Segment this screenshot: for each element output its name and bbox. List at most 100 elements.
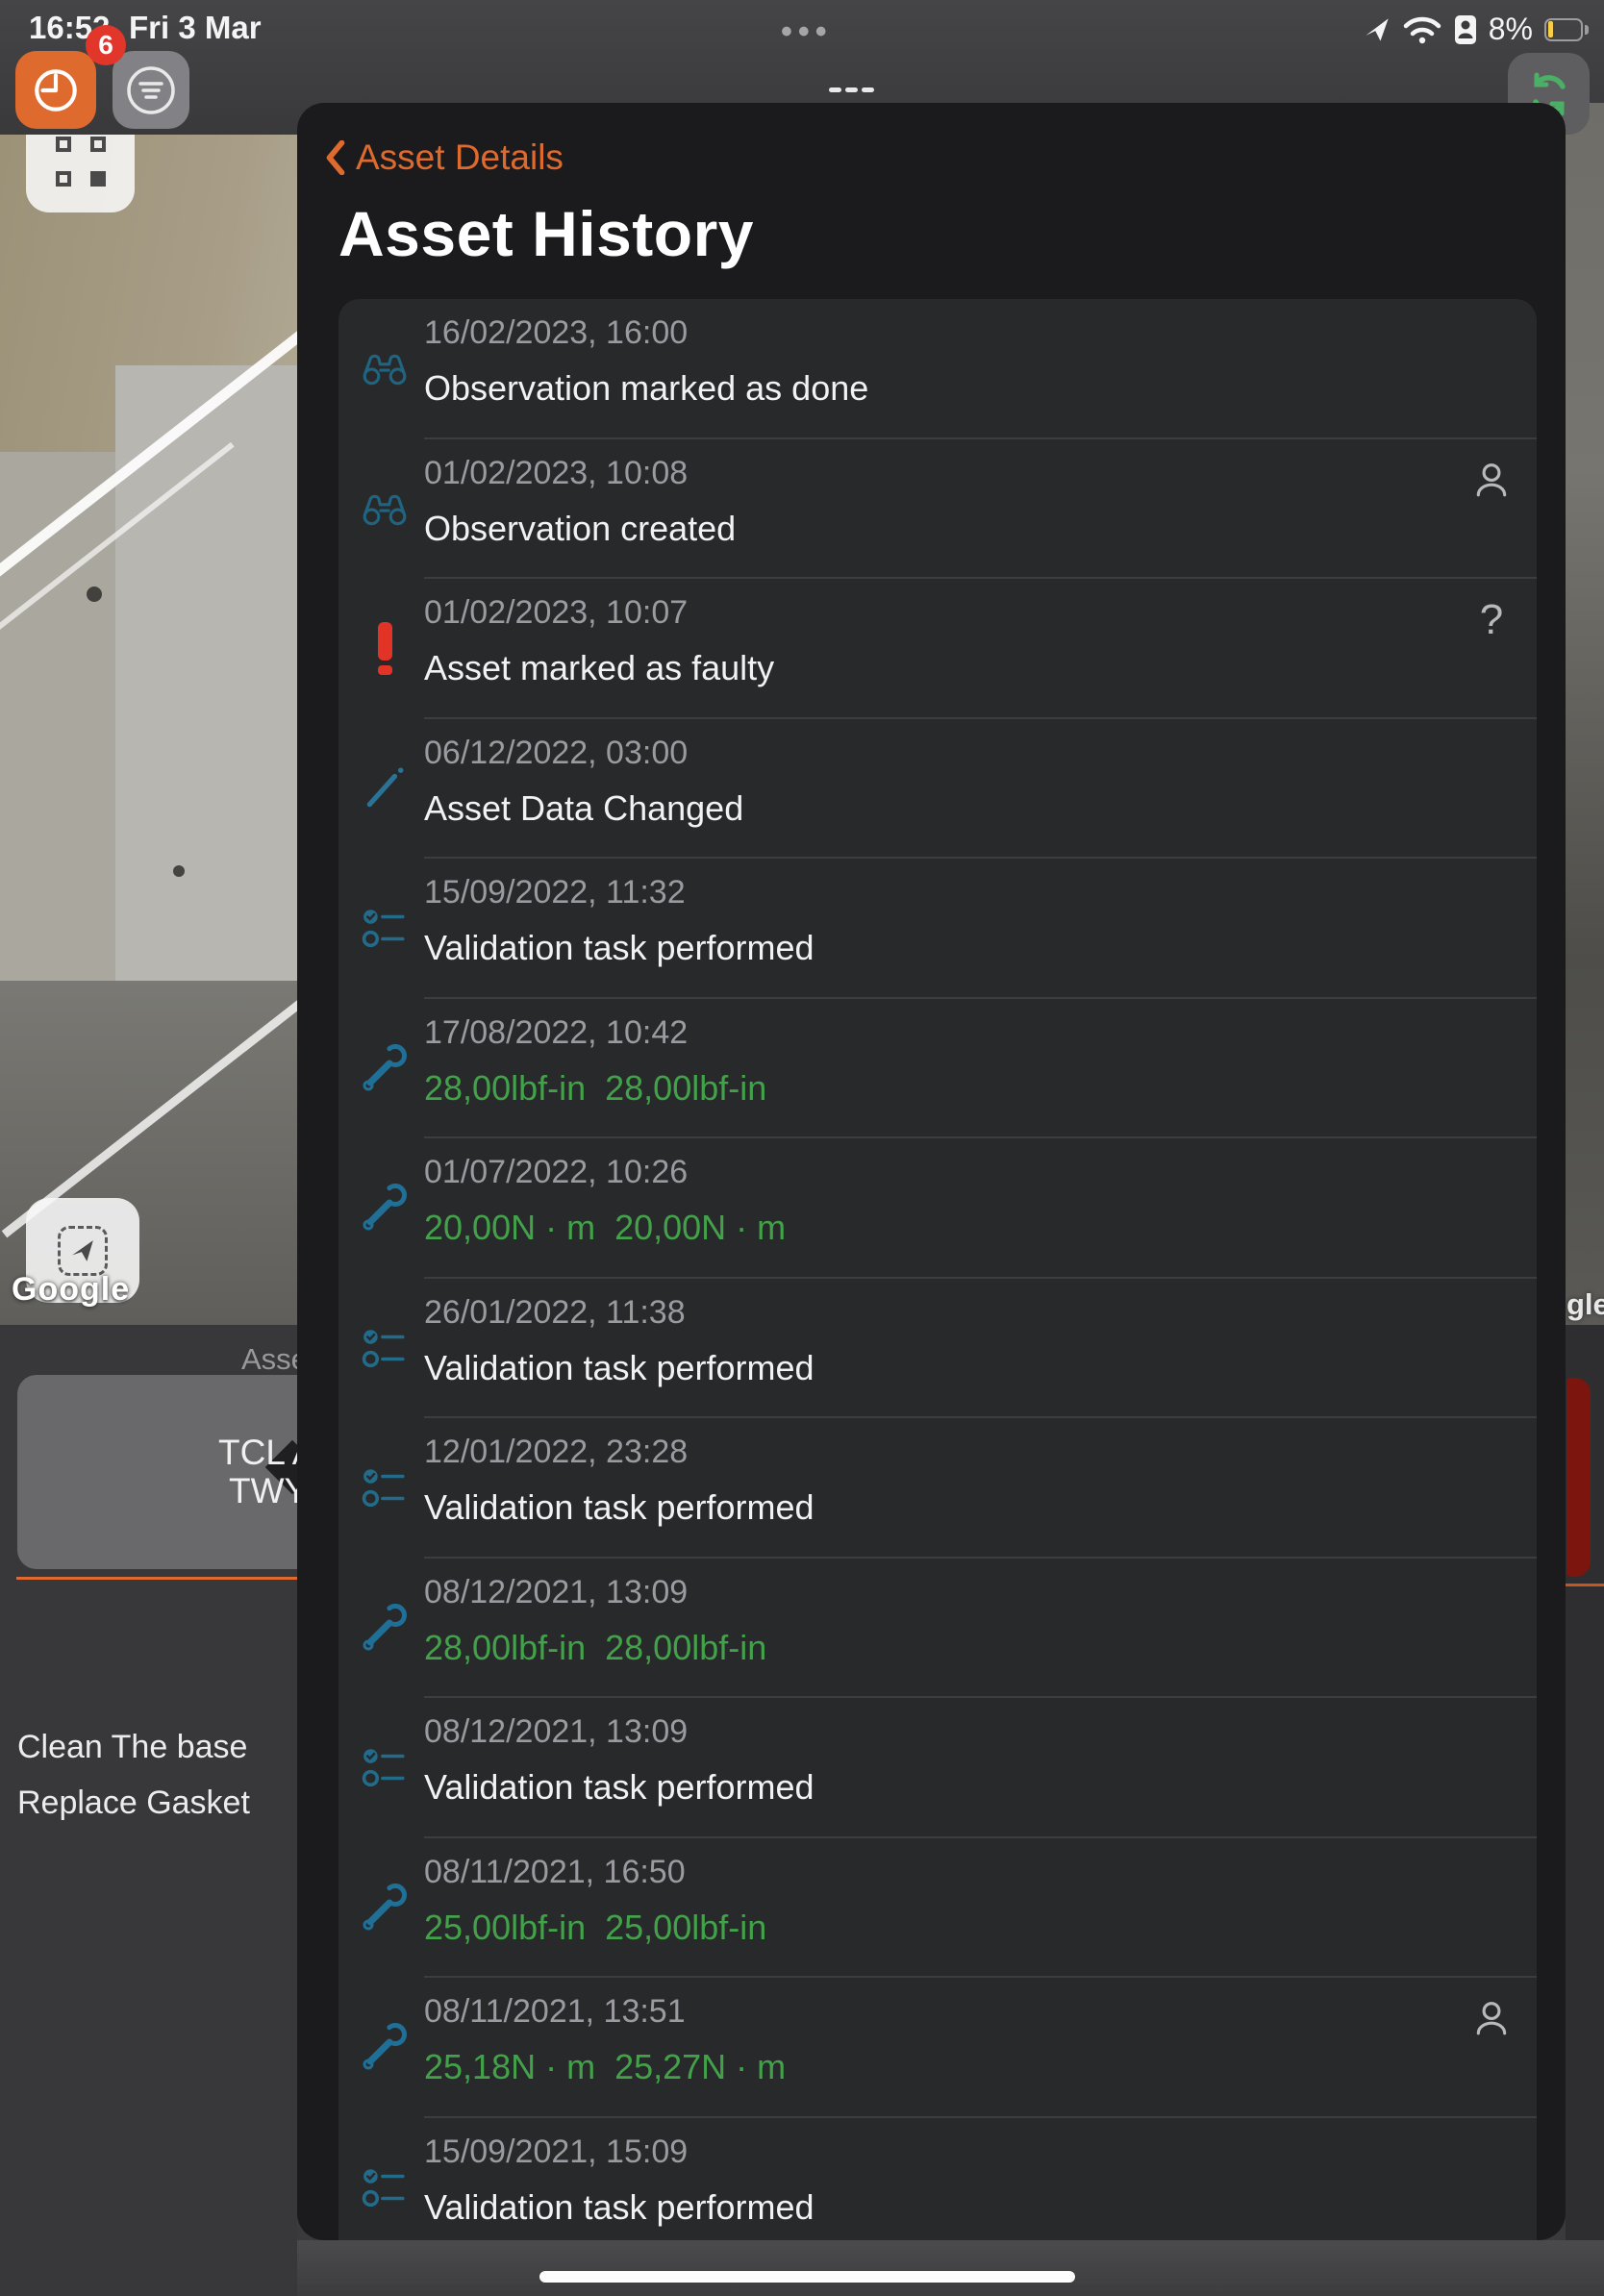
event-type-icon (356, 760, 414, 817)
filter-button[interactable] (113, 51, 189, 129)
task-note: Clean The base (17, 1729, 247, 1766)
dimmed-right-pane: gle (1566, 103, 1604, 2296)
callout-line1: TCL A (218, 1433, 297, 1473)
history-row[interactable]: 01/07/2022, 10:26 20,00N · m 20,00N · m (338, 1138, 1537, 1279)
back-button-label: Asset Details (356, 137, 564, 178)
event-description: Observation created (424, 509, 736, 549)
clock-icon (30, 64, 82, 116)
notification-badge: 6 (86, 25, 126, 65)
history-row[interactable]: 08/11/2021, 16:50 25,00lbf-in 25,00lbf-i… (338, 1838, 1537, 1979)
history-row[interactable]: 06/12/2022, 03:00 Asset Data Changed (338, 719, 1537, 860)
event-date: 17/08/2022, 10:42 (424, 1014, 688, 1052)
event-type-icon (356, 1879, 414, 1936)
status-right-cluster: 8% (1364, 12, 1589, 47)
history-row[interactable]: 26/01/2022, 11:38 Validation task perfor… (338, 1279, 1537, 1419)
home-indicator[interactable] (539, 2271, 1075, 2283)
accent-divider (16, 1577, 297, 1580)
map-marking (87, 586, 102, 602)
location-arrow-icon (1364, 16, 1391, 43)
event-date: 08/12/2021, 13:09 (424, 1574, 688, 1611)
battery-percent: 8% (1489, 12, 1533, 47)
page-title: Asset History (338, 197, 754, 270)
event-type-icon (356, 1179, 414, 1236)
callout-line2: TWY (229, 1471, 297, 1511)
map-view[interactable]: Google (0, 135, 297, 1325)
history-row[interactable]: 08/11/2021, 13:51 25,18N · m 25,27N · m … (338, 1978, 1537, 2118)
event-description: Validation task performed (424, 1767, 815, 1808)
event-type-icon (356, 480, 414, 537)
event-date: 01/02/2023, 10:07 (424, 594, 688, 632)
history-row[interactable]: 08/12/2021, 13:09 Validation task perfor… (338, 1698, 1537, 1838)
event-description: 28,00lbf-in 28,00lbf-in (424, 1628, 766, 1668)
recent-tasks-button[interactable] (15, 51, 96, 129)
event-description: Validation task performed (424, 2187, 815, 2228)
event-date: 26/01/2022, 11:38 (424, 1294, 686, 1332)
history-list: 16/02/2023, 16:00 Observation marked as … (338, 299, 1537, 2240)
event-description: 20,00N · m 20,00N · m (424, 1208, 786, 1248)
event-type-icon (356, 1319, 414, 1377)
event-type-icon (356, 2159, 414, 2216)
event-date: 01/07/2022, 10:26 (424, 1154, 688, 1191)
event-type-icon (356, 1738, 414, 1796)
event-type-icon (356, 1599, 414, 1657)
multitask-dots-icon[interactable]: ••• (781, 13, 833, 51)
history-row[interactable]: 17/08/2022, 10:42 28,00lbf-in 28,00lbf-i… (338, 999, 1537, 1139)
google-logo-cropped: gle (1566, 1287, 1604, 1322)
history-row[interactable]: 01/02/2023, 10:07 Asset marked as faulty… (338, 579, 1537, 719)
event-type-icon (356, 1459, 414, 1516)
event-type-icon (356, 1039, 414, 1097)
task-note: Replace Gasket (17, 1784, 250, 1822)
event-meta-icon: ? (1471, 600, 1512, 640)
qr-scan-button[interactable] (26, 135, 135, 212)
event-type-icon (356, 339, 414, 397)
left-pane: Google Asset TCL A TWY Clean The base Re… (0, 135, 297, 2296)
qr-code-icon (56, 137, 106, 187)
status-date: Fri 3 Mar (129, 10, 262, 46)
event-date: 15/09/2021, 15:09 (424, 2134, 688, 2171)
history-row[interactable]: 08/12/2021, 13:09 28,00lbf-in 28,00lbf-i… (338, 1559, 1537, 1699)
event-date: 01/02/2023, 10:08 (424, 455, 688, 492)
google-logo: Google (12, 1271, 130, 1309)
event-description: 25,18N · m 25,27N · m (424, 2047, 786, 2087)
asset-history-sheet: Asset Details Asset History (297, 103, 1566, 2240)
event-date: 15/09/2022, 11:32 (424, 874, 686, 911)
event-type-icon (356, 2018, 414, 2076)
history-row[interactable]: 15/09/2022, 11:32 Validation task perfor… (338, 859, 1537, 999)
event-type-icon (356, 899, 414, 957)
chevron-left-icon (325, 140, 346, 175)
event-date: 16/02/2023, 16:00 (424, 314, 688, 352)
history-row[interactable]: 15/09/2021, 15:09 Validation task perfor… (338, 2118, 1537, 2241)
event-meta-icon: ? (1471, 1999, 1512, 2039)
event-description: 28,00lbf-in 28,00lbf-in (424, 1068, 766, 1109)
event-meta-icon: ? (1471, 461, 1512, 501)
event-description: Observation marked as done (424, 368, 868, 409)
wifi-icon (1402, 15, 1442, 44)
event-description: 25,00lbf-in 25,00lbf-in (424, 1908, 766, 1948)
map-view-dimmed (1566, 103, 1604, 1325)
event-type-icon (356, 619, 414, 677)
filter-icon (124, 63, 178, 117)
dimmed-bottom-strip (297, 2240, 1604, 2296)
event-date: 08/11/2021, 16:50 (424, 1854, 686, 1891)
event-description: Validation task performed (424, 928, 815, 968)
event-date: 08/12/2021, 13:09 (424, 1713, 688, 1751)
back-button[interactable]: Asset Details (325, 137, 564, 178)
event-date: 08/11/2021, 13:51 (424, 1993, 686, 2031)
history-row[interactable]: 01/02/2023, 10:08 Observation created ? (338, 439, 1537, 580)
focus-person-icon (1454, 14, 1477, 45)
asset-section-label: Asset (241, 1342, 297, 1377)
event-date: 12/01/2022, 23:28 (424, 1434, 688, 1471)
map-marking (173, 865, 185, 877)
event-description: Asset marked as faulty (424, 648, 774, 688)
window-drag-handle[interactable] (829, 87, 874, 92)
fault-button-cropped[interactable] (1566, 1378, 1591, 1577)
event-description: Asset Data Changed (424, 788, 743, 829)
history-row[interactable]: 16/02/2023, 16:00 Observation marked as … (338, 299, 1537, 439)
accent-divider (1566, 1584, 1604, 1586)
event-date: 06/12/2022, 03:00 (424, 735, 688, 772)
event-description: Validation task performed (424, 1487, 815, 1528)
history-row[interactable]: 12/01/2022, 23:28 Validation task perfor… (338, 1418, 1537, 1559)
navigation-arrow-icon (58, 1226, 108, 1276)
battery-icon (1544, 18, 1589, 41)
left-pane-detail: Asset TCL A TWY Clean The base Replace G… (0, 1325, 297, 2296)
